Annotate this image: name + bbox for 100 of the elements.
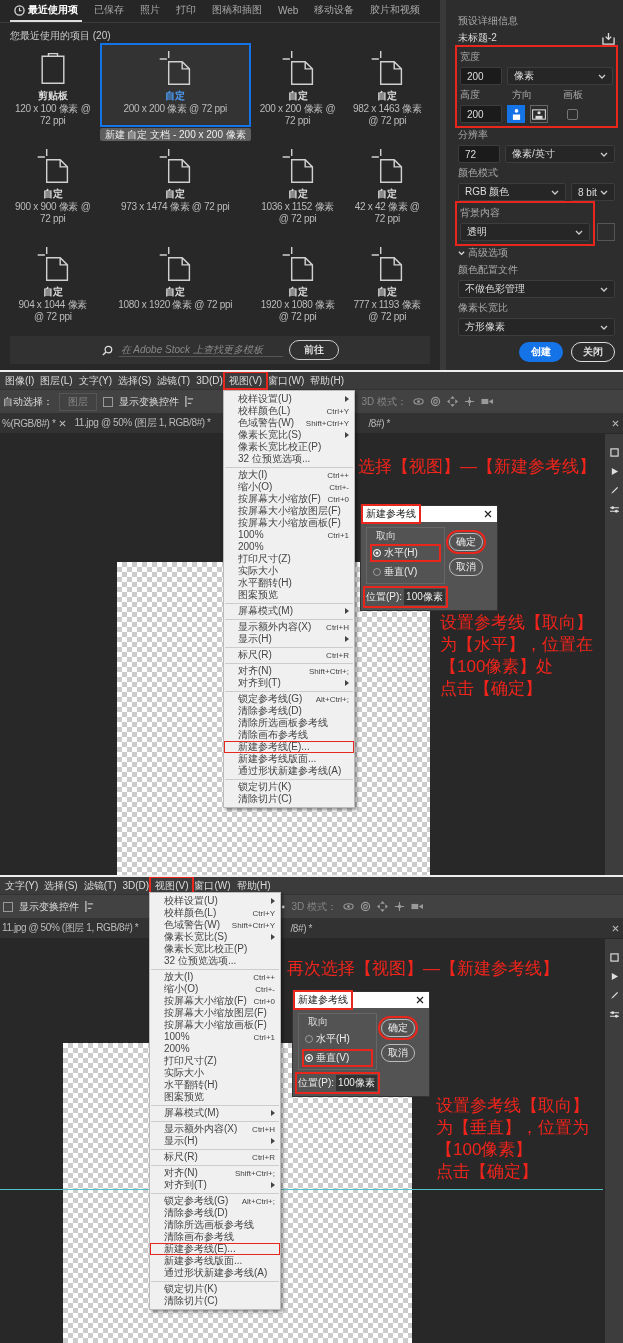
menu-item[interactable]: 图层(L) bbox=[37, 374, 76, 387]
menu-item[interactable]: 缩小(O) Ctrl+- bbox=[150, 983, 280, 995]
menu-item[interactable]: 图案预览 bbox=[150, 1091, 280, 1103]
preset-card[interactable]: 自定 900 x 900 像素 @ 72 ppi bbox=[10, 141, 96, 225]
preset-card[interactable]: 自定 904 x 1044 像素 @ 72 ppi bbox=[10, 239, 96, 323]
menu-item[interactable]: 对齐(N) Shift+Ctrl+; bbox=[224, 665, 354, 677]
menu-item[interactable]: 像素长宽比校正(P) bbox=[224, 441, 354, 453]
menu-item[interactable]: 色域警告(W) Shift+Ctrl+Y bbox=[224, 417, 354, 429]
height-field[interactable]: 200 bbox=[460, 105, 502, 123]
slide-icon[interactable] bbox=[464, 396, 475, 407]
menu-item[interactable]: 清除切片(C) bbox=[224, 793, 354, 805]
menu-item[interactable]: 帮助(H) bbox=[307, 374, 348, 387]
close-icon[interactable] bbox=[59, 419, 67, 427]
menu-item[interactable]: 标尺(R) Ctrl+R bbox=[150, 1151, 280, 1163]
menu-item[interactable]: 清除所选画板参考线 bbox=[224, 717, 354, 729]
save-preset-icon[interactable] bbox=[602, 31, 615, 45]
align-icon[interactable] bbox=[185, 396, 194, 407]
align-icon[interactable] bbox=[85, 901, 94, 912]
menu-item[interactable]: 视图(V) bbox=[225, 374, 266, 387]
preset-card[interactable]: 自定 1036 x 1152 像素 @ 72 ppi bbox=[254, 141, 341, 225]
menu-item[interactable]: 按屏幕大小缩放画板(F) bbox=[150, 1019, 280, 1031]
create-button[interactable]: 创建 bbox=[519, 342, 563, 362]
pixel-aspect-dropdown[interactable]: 方形像素 bbox=[458, 318, 615, 336]
document-tab[interactable]: %(RGB/8#) * bbox=[2, 417, 56, 429]
menu-item[interactable]: 校样颜色(L) Ctrl+Y bbox=[150, 907, 280, 919]
menu-item[interactable]: 像素长宽比(S) bbox=[150, 931, 280, 943]
radio-option[interactable]: 水平(H) bbox=[302, 1030, 373, 1048]
panel-icon[interactable] bbox=[609, 448, 619, 457]
move-icon[interactable] bbox=[447, 396, 458, 407]
menu-item[interactable]: 清除切片(C) bbox=[150, 1295, 280, 1307]
width-field[interactable]: 200 bbox=[460, 67, 502, 85]
video-camera-icon[interactable] bbox=[481, 397, 493, 406]
menu-item[interactable]: 放大(I) Ctrl++ bbox=[224, 469, 354, 481]
menu-item[interactable]: 打印尺寸(Z) bbox=[150, 1055, 280, 1067]
menu-item[interactable]: 显示(H) bbox=[150, 1135, 280, 1147]
menu-item[interactable]: 显示额外内容(X) Ctrl+H bbox=[150, 1123, 280, 1135]
preset-card[interactable]: 自定 973 x 1474 像素 @ 72 ppi bbox=[99, 141, 251, 225]
color-swatch[interactable] bbox=[597, 223, 615, 241]
menu-item[interactable]: 锁定切片(K) bbox=[224, 781, 354, 793]
menu-item[interactable]: 按屏幕大小缩放画板(F) bbox=[224, 517, 354, 529]
menu-item[interactable]: 锁定参考线(G) Alt+Ctrl+; bbox=[150, 1195, 280, 1207]
document-tab[interactable]: 11.jpg @ 50% (图层 1, RGB/8#) * bbox=[74, 416, 211, 430]
menu-item[interactable]: 200% bbox=[150, 1043, 280, 1055]
menu-item[interactable]: 按屏幕大小缩放图层(F) bbox=[150, 1007, 280, 1019]
menu-item[interactable]: 通过形状新建参考线(A) bbox=[224, 765, 354, 777]
radio-option[interactable]: 垂直(V) bbox=[370, 563, 441, 581]
menu-item[interactable]: 窗口(W) bbox=[191, 879, 234, 892]
checkbox[interactable] bbox=[103, 396, 113, 407]
ok-button[interactable]: 确定 bbox=[380, 1019, 415, 1037]
menu-item[interactable]: 200% bbox=[224, 541, 354, 553]
menu-item[interactable]: 像素长宽比(S) bbox=[224, 429, 354, 441]
menu-item[interactable]: 通过形状新建参考线(A) bbox=[150, 1267, 280, 1279]
advanced-options-toggle[interactable]: 高级选项 bbox=[458, 246, 508, 260]
preset-tab[interactable]: 移动设备 bbox=[310, 0, 359, 22]
menu-item[interactable]: 新建参考线(E)... bbox=[150, 1243, 280, 1255]
menu-item[interactable]: 清除画布参考线 bbox=[150, 1231, 280, 1243]
preset-tab[interactable]: 图稿和插图 bbox=[208, 0, 266, 22]
menu-item[interactable]: 32 位预览选项... bbox=[150, 955, 280, 967]
menu-item[interactable]: 校样设置(U) bbox=[150, 895, 280, 907]
menu-item[interactable]: 显示额外内容(X) Ctrl+H bbox=[224, 621, 354, 633]
menu-item[interactable]: 锁定参考线(G) Alt+Ctrl+; bbox=[224, 693, 354, 705]
menu-item[interactable]: 水平翻转(H) bbox=[150, 1079, 280, 1091]
menu-item[interactable]: 清除参考线(D) bbox=[224, 705, 354, 717]
radio-option[interactable]: 水平(H) bbox=[370, 544, 441, 562]
menu-item[interactable]: 色域警告(W) Shift+Ctrl+Y bbox=[150, 919, 280, 931]
menu-item[interactable]: 按屏幕大小缩放(F) Ctrl+0 bbox=[150, 995, 280, 1007]
rotate-icon[interactable] bbox=[430, 396, 441, 407]
menu-item[interactable]: 图像(I) bbox=[2, 374, 38, 387]
menu-item[interactable]: 屏幕模式(M) bbox=[224, 605, 354, 617]
menu-item[interactable]: 对齐到(T) bbox=[224, 677, 354, 689]
menu-item[interactable]: 图案预览 bbox=[224, 589, 354, 601]
document-tab[interactable]: /8#) * bbox=[368, 417, 390, 429]
play-icon[interactable] bbox=[609, 467, 619, 476]
menu-item[interactable]: 打印尺寸(Z) bbox=[224, 553, 354, 565]
color-mode-dropdown[interactable]: RGB 颜色 bbox=[458, 183, 566, 201]
resolution-field[interactable]: 72 bbox=[458, 145, 500, 163]
menu-item[interactable]: 实际大小 bbox=[224, 565, 354, 577]
menu-item[interactable]: 新建参考线版面... bbox=[150, 1255, 280, 1267]
video-camera-icon[interactable] bbox=[411, 902, 423, 911]
landscape-button[interactable] bbox=[530, 105, 548, 123]
menu-item[interactable]: 滤镜(T) bbox=[154, 374, 194, 387]
background-dropdown[interactable]: 透明 bbox=[460, 223, 590, 241]
menu-item[interactable]: 选择(S) bbox=[41, 879, 81, 892]
menu-item[interactable]: 视图(V) bbox=[152, 879, 192, 892]
preset-tab[interactable]: 已保存 bbox=[90, 0, 128, 22]
position-field[interactable]: 100像素 bbox=[336, 1075, 377, 1091]
menu-item[interactable]: 100% Ctrl+1 bbox=[150, 1031, 280, 1043]
move-icon[interactable] bbox=[377, 901, 388, 912]
menu-item[interactable]: 显示(H) bbox=[224, 633, 354, 645]
menu-item[interactable]: 对齐到(T) bbox=[150, 1179, 280, 1191]
brush-icon[interactable] bbox=[609, 486, 619, 495]
preset-card[interactable]: 自定 777 x 1193 像素 @ 72 ppi bbox=[344, 239, 430, 323]
menu-item[interactable]: 放大(I) Ctrl++ bbox=[150, 971, 280, 983]
menu-item[interactable]: 实际大小 bbox=[150, 1067, 280, 1079]
color-profile-dropdown[interactable]: 不做色彩管理 bbox=[458, 280, 615, 298]
menu-item[interactable]: 按屏幕大小缩放(F) Ctrl+0 bbox=[224, 493, 354, 505]
unit-dropdown[interactable]: 像素 bbox=[507, 67, 613, 85]
checkbox[interactable] bbox=[3, 901, 13, 912]
menu-item[interactable]: 滤镜(T) bbox=[80, 879, 120, 892]
menu-item[interactable]: 100% Ctrl+1 bbox=[224, 529, 354, 541]
